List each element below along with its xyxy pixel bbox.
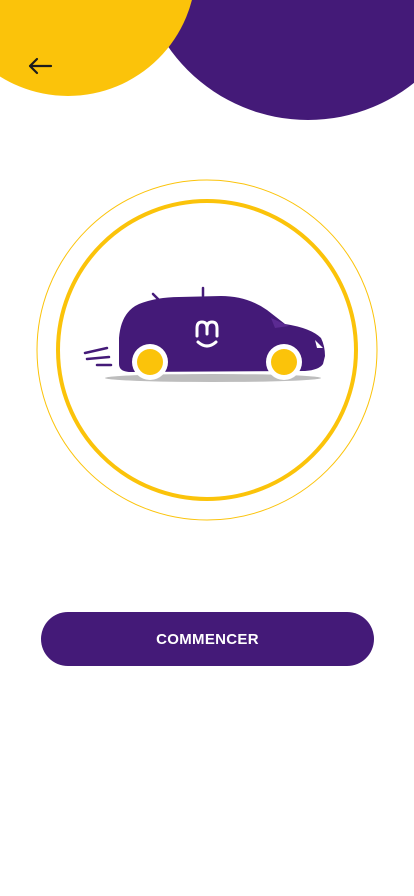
- arrow-left-icon: [27, 56, 53, 81]
- start-button[interactable]: COMMENCER: [41, 612, 374, 666]
- back-button[interactable]: [20, 48, 60, 88]
- start-button-label: COMMENCER: [156, 630, 259, 648]
- onboarding-screen: COMMENCER: [0, 0, 414, 896]
- car-illustration: [35, 178, 379, 522]
- car-icon: [83, 286, 325, 382]
